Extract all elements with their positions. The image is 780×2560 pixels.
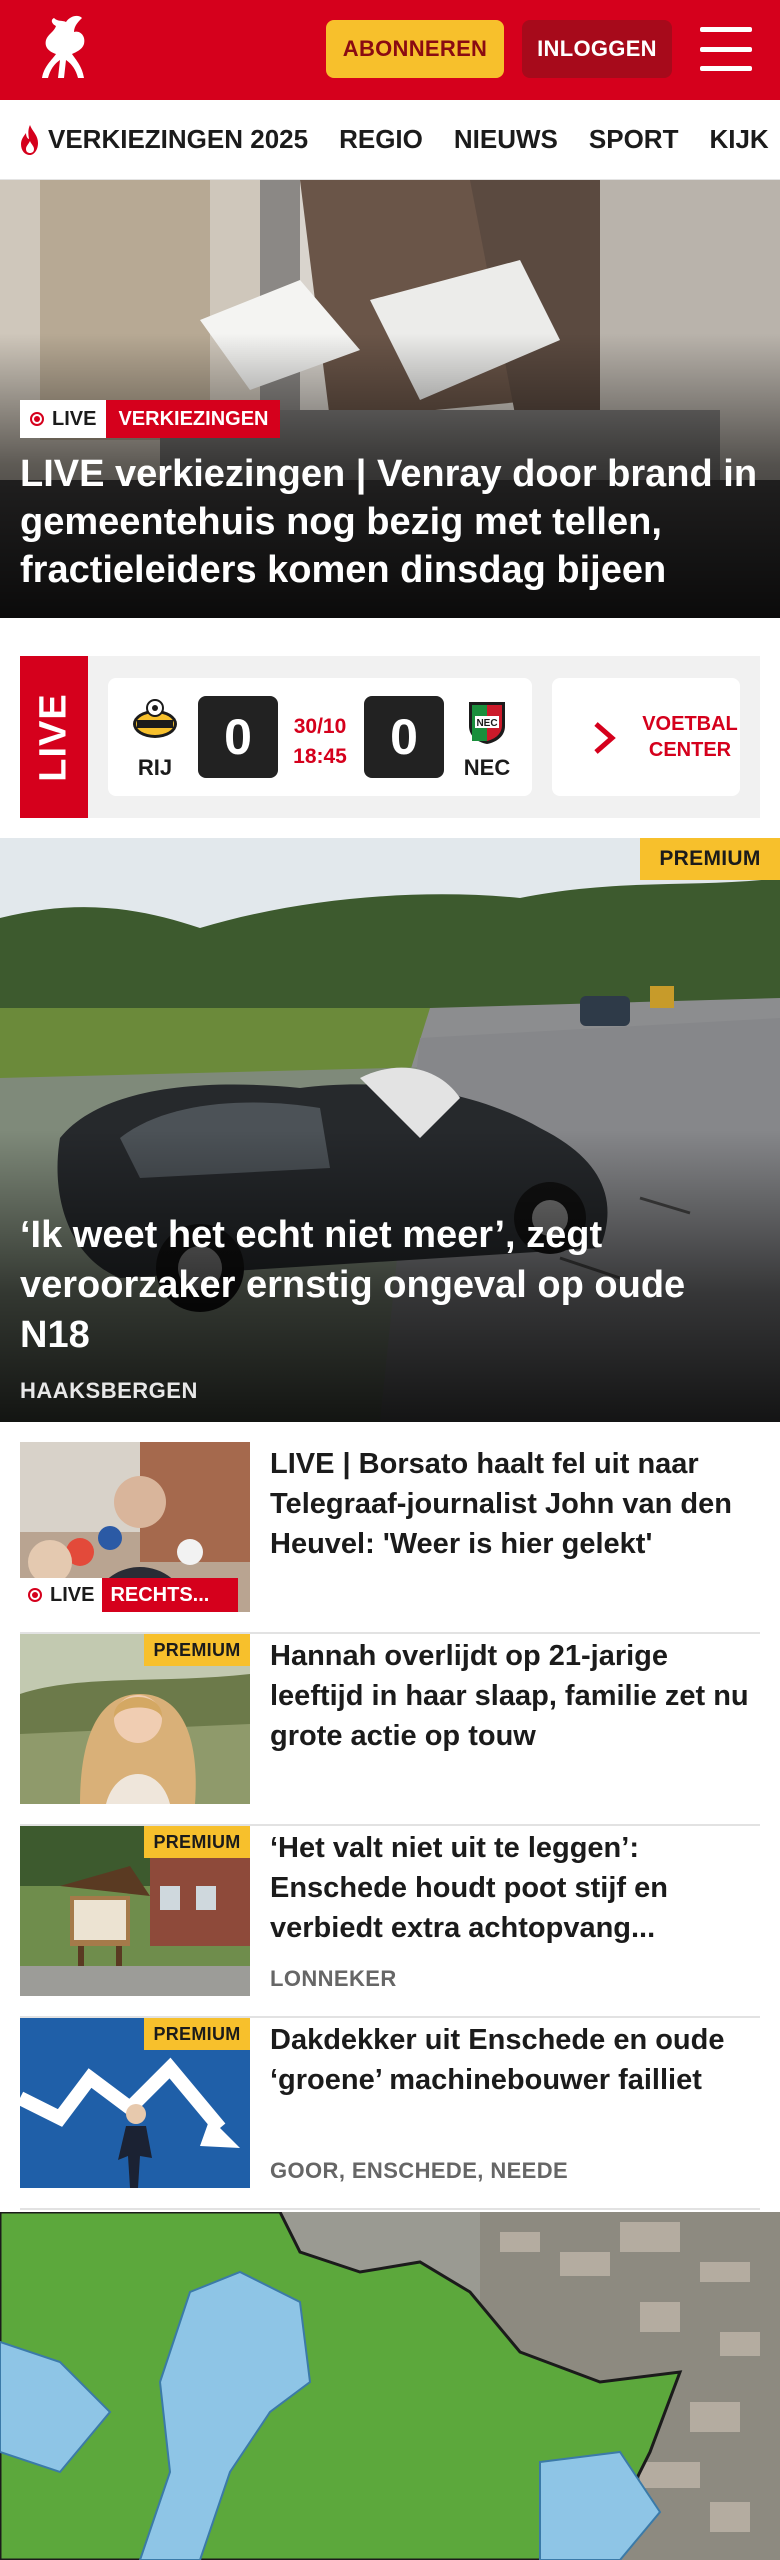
nav-item-sport[interactable]: SPORT xyxy=(589,124,679,155)
list-item[interactable]: LIVE RECHTS... LIVE | Borsato haalt fel … xyxy=(20,1442,760,1634)
category-tag: RECHTS... xyxy=(102,1578,239,1612)
top-header: ABONNEREN INLOGGEN xyxy=(0,0,780,100)
hero-title[interactable]: LIVE verkiezingen | Venray door brand in… xyxy=(20,450,765,594)
election-map-image[interactable] xyxy=(0,2212,780,2560)
list-item[interactable]: PREMIUM ‘Het valt niet uit te leggen’: E… xyxy=(20,1826,760,2018)
article-title[interactable]: Dakdekker uit Enschede en oude ‘groene’ … xyxy=(270,2020,760,2100)
away-team: NEC NEC xyxy=(452,698,522,781)
home-score: 0 xyxy=(198,696,278,778)
article-title[interactable]: Hannah overlijdt op 21-jarige leeftijd i… xyxy=(270,1636,760,1756)
nav-label: VERKIEZINGEN 2025 xyxy=(48,124,309,154)
away-team-crest-icon: NEC xyxy=(469,702,505,744)
category-tag: VERKIEZINGEN xyxy=(106,400,281,438)
next-match-button[interactable] xyxy=(552,678,652,796)
subscribe-button[interactable]: ABONNEREN xyxy=(326,20,504,78)
featured-article[interactable]: PREMIUM ‘Ik weet het echt niet meer’, ze… xyxy=(0,838,780,1422)
live-tag: LIVE xyxy=(20,400,107,438)
article-thumbnail: PREMIUM xyxy=(20,1634,250,1804)
live-dot-icon xyxy=(28,1588,42,1602)
nav-item-regio[interactable]: REGIO xyxy=(339,124,423,155)
article-location: LONNEKER xyxy=(270,1966,397,1991)
live-dot-icon xyxy=(30,412,44,426)
hamburger-menu-icon[interactable] xyxy=(700,27,752,71)
premium-badge: PREMIUM xyxy=(144,1826,250,1858)
login-button[interactable]: INLOGGEN xyxy=(522,20,672,78)
live-scoreboard: LIVE RIJ 0 30/10 18:45 0 NEC NEC VOETBAL… xyxy=(20,656,760,818)
home-team-crest-icon xyxy=(133,699,177,738)
svg-text:NEC: NEC xyxy=(476,718,497,729)
nav-item-verkiezingen[interactable]: VERKIEZINGEN 2025 xyxy=(16,123,308,157)
match-time: 30/10 18:45 xyxy=(293,715,347,768)
premium-badge: PREMIUM xyxy=(144,1634,250,1666)
hero-article[interactable]: LIVE VERKIEZINGEN LIVE verkiezingen | Ve… xyxy=(0,180,780,618)
premium-badge: PREMIUM xyxy=(144,2018,250,2050)
article-thumbnail: LIVE RECHTS... xyxy=(20,1442,250,1612)
flame-icon xyxy=(21,124,38,155)
article-thumbnail: PREMIUM xyxy=(20,1826,250,1996)
match-card[interactable]: RIJ 0 30/10 18:45 0 NEC NEC xyxy=(108,678,532,796)
article-thumbnail: PREMIUM xyxy=(20,2018,250,2188)
live-tag: LIVE xyxy=(20,1578,103,1612)
list-item[interactable]: PREMIUM Dakdekker uit Enschede en oude ‘… xyxy=(20,2018,760,2210)
article-title[interactable]: LIVE | Borsato haalt fel uit naar Telegr… xyxy=(270,1444,760,1564)
nav-item-nieuws[interactable]: NIEUWS xyxy=(454,124,558,155)
article-location: GOOR, ENSCHEDE, NEEDE xyxy=(270,2158,569,2183)
featured-title[interactable]: ‘Ik weet het echt niet meer’, zegt veroo… xyxy=(20,1210,760,1360)
away-score: 0 xyxy=(364,696,444,778)
tubantia-logo[interactable] xyxy=(22,8,106,92)
home-team: RIJ xyxy=(120,698,190,781)
chevron-right-icon xyxy=(594,722,616,754)
live-label-vertical: LIVE xyxy=(20,656,88,818)
list-item[interactable]: PREMIUM Hannah overlijdt op 21-jarige le… xyxy=(20,1634,760,1826)
featured-location: HAAKSBERGEN xyxy=(20,1378,198,1403)
nav-item-kijk[interactable]: KIJK xyxy=(709,124,768,155)
main-nav: VERKIEZINGEN 2025 REGIO NIEUWS SPORT KIJ… xyxy=(0,100,780,180)
premium-badge: PREMIUM xyxy=(640,838,780,880)
hero-tags: LIVE VERKIEZINGEN xyxy=(20,400,281,438)
article-title[interactable]: ‘Het valt niet uit te leggen’: Enschede … xyxy=(270,1828,760,1948)
voetbal-center-link[interactable]: VOETBAL CENTER xyxy=(640,678,740,796)
